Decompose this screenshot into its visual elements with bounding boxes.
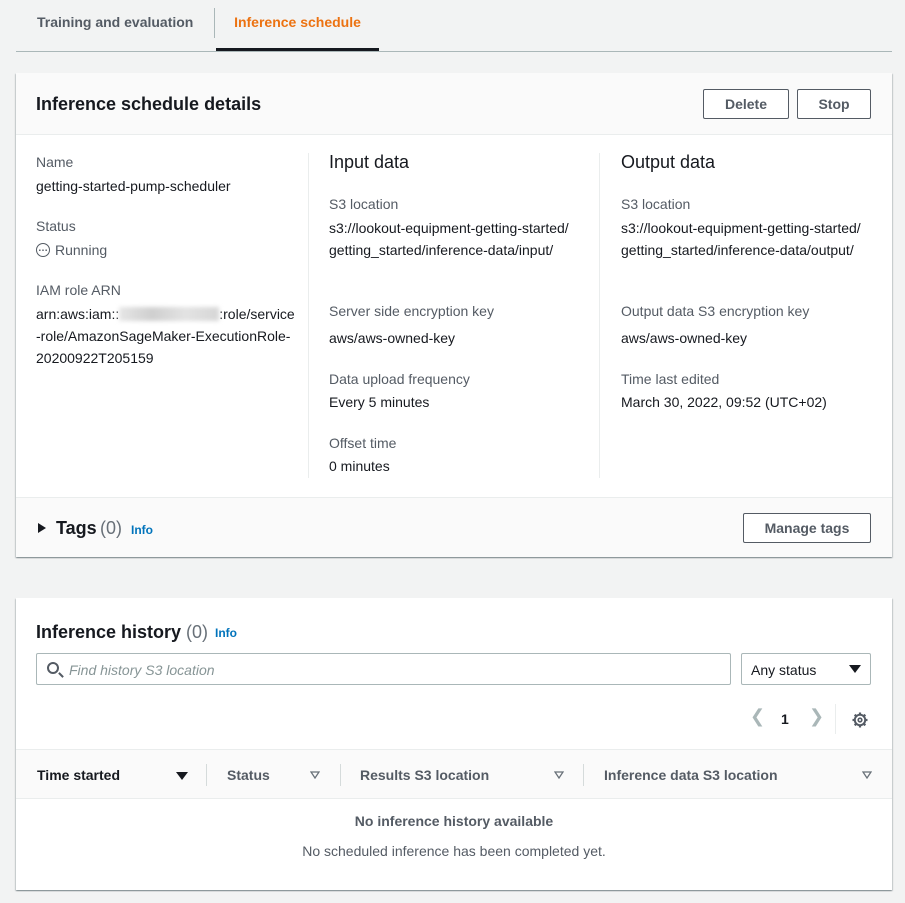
- settings-gear-icon[interactable]: [852, 712, 868, 728]
- output-s3-value: s3://lookout-equipment-getting-started/g…: [621, 220, 861, 258]
- offset-time-label: Offset time: [329, 435, 397, 451]
- output-encryption-label: Output data S3 encryption key: [621, 303, 810, 319]
- page-number[interactable]: 1: [781, 711, 789, 727]
- pager-divider: [835, 704, 836, 734]
- redacted-account-id: [119, 307, 220, 321]
- tab-inference-schedule[interactable]: Inference schedule: [216, 0, 379, 51]
- tab-divider: [214, 8, 215, 38]
- next-page-icon[interactable]: ❯: [809, 706, 824, 727]
- sort-icon[interactable]: [310, 771, 320, 779]
- upload-frequency-label: Data upload frequency: [329, 371, 470, 387]
- column-separator: [340, 764, 341, 786]
- iam-role-value: arn:aws:iam:::role/service-role/AmazonSa…: [36, 303, 296, 369]
- history-count: (0): [186, 622, 208, 642]
- inference-schedule-details-panel: Inference schedule details Delete Stop N…: [16, 73, 892, 557]
- status-label: Status: [36, 218, 76, 234]
- output-data-heading: Output data: [621, 152, 716, 172]
- tab-bar: Training and evaluation Inference schedu…: [16, 0, 892, 52]
- column-inference-data-s3-location[interactable]: Inference data S3 location: [604, 767, 778, 783]
- history-info-link[interactable]: Info: [215, 626, 237, 640]
- output-s3-label: S3 location: [621, 196, 691, 212]
- manage-tags-button[interactable]: Manage tags: [743, 513, 871, 543]
- input-encryption-value: aws/aws-owned-key: [329, 330, 456, 346]
- stop-button[interactable]: Stop: [797, 89, 871, 119]
- name-value: getting-started-pump-scheduler: [36, 178, 231, 194]
- expand-caret-icon[interactable]: [38, 523, 46, 533]
- iam-prefix: arn:aws:iam::: [36, 306, 120, 322]
- input-s3-value: s3://lookout-equipment-getting-started/g…: [329, 220, 569, 258]
- column-divider: [308, 153, 309, 478]
- tags-section[interactable]: Tags (0) Info Manage tags: [16, 497, 892, 557]
- search-input[interactable]: [69, 660, 709, 680]
- caret-down-icon: [849, 665, 861, 673]
- iam-role-label: IAM role ARN: [36, 282, 121, 298]
- tags-title[interactable]: Tags: [56, 518, 97, 539]
- pending-icon: [36, 238, 50, 260]
- column-results-s3-location[interactable]: Results S3 location: [360, 767, 489, 783]
- tags-info-link[interactable]: Info: [131, 523, 153, 537]
- time-last-edited-label: Time last edited: [621, 371, 720, 387]
- details-title: Inference schedule details: [36, 94, 262, 114]
- column-divider: [599, 153, 600, 478]
- status-text: Running: [55, 242, 108, 258]
- status-filter-value: Any status: [751, 662, 817, 678]
- delete-button[interactable]: Delete: [703, 89, 789, 119]
- column-time-started[interactable]: Time started: [37, 767, 120, 783]
- inference-history-panel: Inference history (0) Info Any status ❮ …: [16, 598, 892, 890]
- history-table-header: Time started Status Results S3 location …: [16, 749, 892, 799]
- empty-state-title: No inference history available: [354, 813, 554, 829]
- previous-page-icon[interactable]: ❮: [750, 706, 765, 727]
- input-data-heading: Input data: [329, 152, 410, 172]
- history-search[interactable]: [36, 653, 731, 685]
- input-s3-label: S3 location: [329, 196, 399, 212]
- offset-time-value: 0 minutes: [329, 458, 390, 474]
- output-encryption-value: aws/aws-owned-key: [621, 330, 748, 346]
- sort-icon[interactable]: [554, 771, 564, 779]
- sort-icon[interactable]: [862, 771, 872, 779]
- history-title: Inference history: [36, 622, 182, 642]
- upload-frequency-value: Every 5 minutes: [329, 394, 430, 410]
- details-header: Inference schedule details Delete Stop: [16, 73, 892, 135]
- empty-state-description: No scheduled inference has been complete…: [302, 843, 606, 859]
- column-separator: [206, 764, 207, 786]
- status-filter-select[interactable]: Any status: [741, 653, 871, 685]
- column-separator: [583, 764, 584, 786]
- column-status[interactable]: Status: [227, 767, 270, 783]
- search-icon: [47, 662, 59, 674]
- status-value: Running: [36, 238, 296, 261]
- name-label: Name: [36, 154, 74, 170]
- input-encryption-label: Server side encryption key: [329, 303, 494, 319]
- tab-training-and-evaluation[interactable]: Training and evaluation: [37, 0, 193, 51]
- sort-descending-icon[interactable]: [176, 772, 188, 780]
- tags-count: (0): [100, 518, 122, 538]
- time-last-edited-value: March 30, 2022, 09:52 (UTC+02): [621, 394, 827, 410]
